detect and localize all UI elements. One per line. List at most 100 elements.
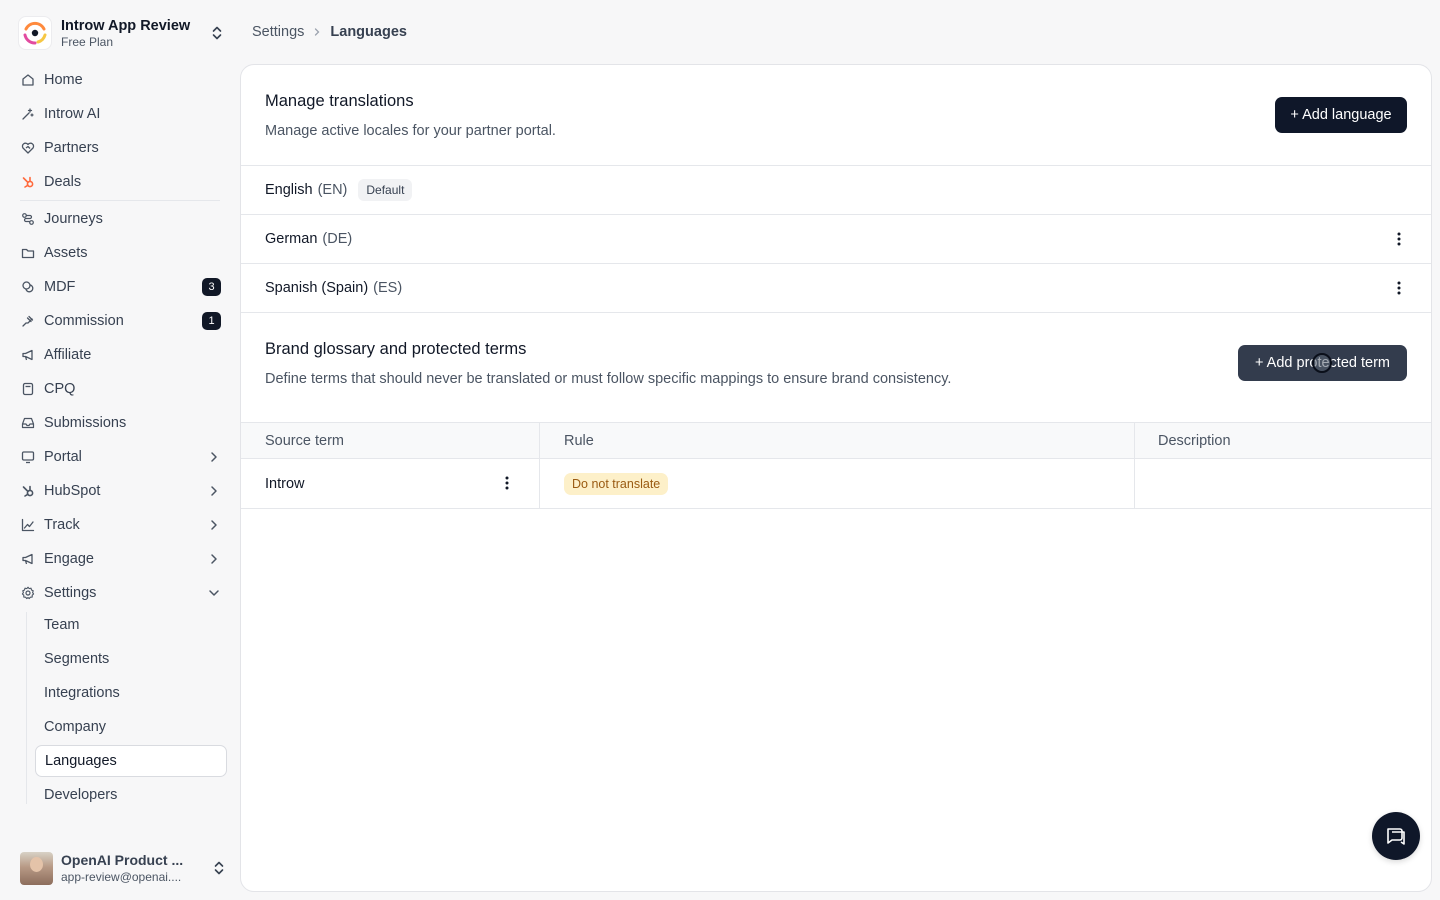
chat-support-button[interactable] [1372,812,1420,860]
user-name: OpenAI Product ... [61,851,184,868]
sidebar-item-affiliate[interactable]: Affiliate [14,340,226,370]
spanish-row-menu-icon[interactable] [1391,278,1407,298]
sidebar-item-label: Engage [44,551,94,567]
chevron-right-icon [211,452,217,462]
add-language-button[interactable]: + Add language [1275,97,1407,133]
language-code: (ES) [373,280,403,296]
monitor-icon [20,449,36,465]
sidebar-divider [20,200,220,201]
german-row-menu-icon[interactable] [1391,229,1407,249]
sidebar-item-assets[interactable]: Assets [14,238,226,268]
sidebar-item-label: Home [44,72,83,88]
sidebar-item-submissions[interactable]: Submissions [14,408,226,438]
chat-icon [1387,828,1405,845]
sidebar-item-label: Assets [44,245,88,261]
sidebar-item-commission[interactable]: Commission 1 [14,306,226,336]
sidebar-item-settings[interactable]: Settings [14,578,226,608]
workspace-switcher[interactable]: Introw App Review Free Plan [18,14,224,52]
language-row-english: English (EN) Default [241,166,1431,214]
sidebar-item-partners[interactable]: Partners [14,133,226,163]
gear-icon [20,585,36,601]
divider [241,508,1431,509]
sidebar-item-label: Partners [44,140,99,156]
chevron-updown-icon [212,26,222,40]
chart-icon [20,517,36,533]
language-code: (DE) [322,231,353,247]
settings-item-team[interactable]: Team [35,609,227,641]
column-description: Description [1158,433,1231,449]
settings-item-integrations[interactable]: Integrations [35,677,227,709]
sparkle-icon [20,106,36,122]
introw-logo-icon [18,16,52,50]
megaphone-icon [20,347,36,363]
sidebar-item-portal[interactable]: Portal [14,442,226,472]
language-row-spanish: Spanish (Spain) (ES) [241,264,1431,312]
user-email: app-review@openai.... [61,869,182,884]
rule-badge: Do not translate [564,472,669,495]
sidebar-item-cpq[interactable]: CPQ [14,374,226,404]
settings-item-segments[interactable]: Segments [35,643,227,675]
language-name: German [265,231,318,247]
sidebar-item-label: Commission [44,313,124,329]
sidebar-item-deals[interactable]: Deals [14,167,226,197]
handshake-icon [20,140,36,156]
chevron-right-icon [211,520,217,530]
mouse-cursor-indicator [1312,353,1332,373]
sidebar-item-track[interactable]: Track [14,510,226,540]
glossary-title: Brand glossary and protected terms [265,340,527,358]
sidebar-item-label: Track [44,517,80,533]
column-divider [1134,422,1135,508]
user-menu[interactable]: OpenAI Product ... app-review@openai.... [20,851,226,885]
calculator-icon [20,381,36,397]
column-source-term: Source term [265,433,344,449]
sidebar-item-home[interactable]: Home [14,65,226,95]
sidebar-item-mdf[interactable]: MDF 3 [14,272,226,302]
chevron-updown-icon [214,861,224,875]
glossary-table-header: Source term Rule Description [241,422,1431,459]
sidebar-item-engage[interactable]: Engage [14,544,226,574]
breadcrumb-settings-link[interactable]: Settings [252,24,304,40]
breadcrumb-current: Languages [330,24,407,40]
chevron-right-icon [211,554,217,564]
translations-title: Manage translations [265,92,414,110]
sidebar-item-label: Deals [44,174,82,190]
inbox-icon [20,415,36,431]
chevron-down-icon [209,590,219,596]
workflow-icon [20,211,36,227]
sidebar-item-hubspot[interactable]: HubSpot [14,476,226,506]
sidebar-item-journeys[interactable]: Journeys [14,204,226,234]
main-panel: Manage translations Manage active locale… [240,64,1432,892]
sidebar-item-label: MDF [44,279,76,295]
default-badge: Default [358,179,413,201]
commission-count-badge: 1 [202,312,221,330]
sidebar-item-label: CPQ [44,381,76,397]
sidebar-item-label: Introw AI [44,106,101,122]
settings-item-company[interactable]: Company [35,711,227,743]
language-name: English [265,182,313,198]
translations-description: Manage active locales for your partner p… [265,123,556,139]
avatar [20,851,53,885]
folder-icon [20,245,36,261]
divider [241,312,1431,313]
glossary-row-menu-icon[interactable] [499,473,515,493]
settings-item-developers[interactable]: Developers [35,779,227,811]
megaphone-icon [20,551,36,567]
money-hand-icon [20,313,36,329]
sidebar-item-introw-ai[interactable]: Introw AI [14,99,226,129]
hubspot-icon [20,174,36,190]
settings-item-languages[interactable]: Languages [35,745,227,777]
language-name: Spanish (Spain) [265,280,369,296]
sidebar-item-label: Settings [44,585,97,601]
sidebar-item-label: Portal [44,449,82,465]
settings-subnav-line [26,612,27,804]
chevron-right-icon [211,486,217,496]
hubspot-icon [20,483,36,499]
glossary-description: Define terms that should never be transl… [265,371,952,387]
glossary-source-term: Introw [265,475,305,492]
chevron-right-icon [315,28,320,36]
sidebar-item-label: Journeys [44,211,103,227]
column-divider [539,422,540,508]
breadcrumb: Settings Languages [252,22,407,42]
coins-icon [20,279,36,295]
home-icon [20,72,36,88]
